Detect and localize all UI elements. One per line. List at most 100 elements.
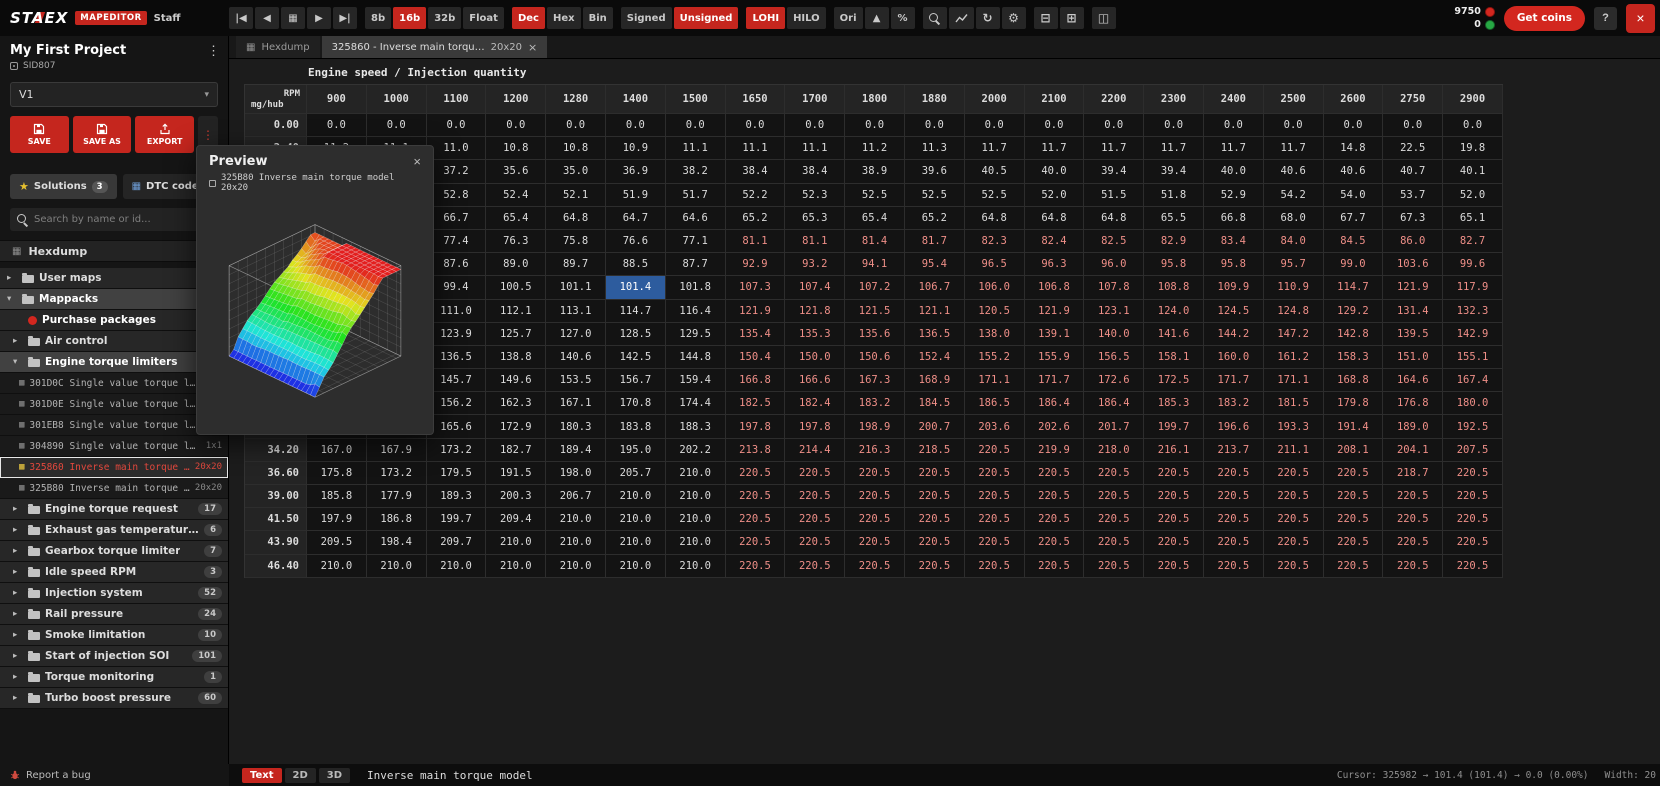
cell[interactable]: 65.4 [486,206,547,230]
cell[interactable]: 52.5 [845,183,905,207]
cell[interactable]: 101.4 [605,276,666,300]
row-header[interactable]: 34.20 [245,438,307,462]
cell[interactable]: 77.1 [665,229,726,254]
cell[interactable]: 210.0 [605,485,666,509]
cell[interactable]: 65.2 [725,206,786,230]
cell[interactable]: 53.7 [1383,183,1444,207]
cell[interactable]: 101.8 [665,276,726,300]
cell[interactable]: 65.5 [1144,206,1204,230]
cell[interactable]: 94.1 [845,253,905,277]
value-mode-ori-button[interactable]: Ori [833,7,863,29]
tree-item-gearbox-torque-limiter[interactable]: ▸ Gearbox torque limiter 7 [0,541,228,562]
cell[interactable]: 197.8 [785,415,846,439]
chevron-right-icon[interactable]: ▸ [13,336,23,346]
cell[interactable]: 220.5 [725,554,786,578]
cell[interactable]: 124.0 [1144,299,1204,323]
cell[interactable]: 35.0 [546,160,606,184]
cell[interactable]: 65.1 [1443,206,1503,230]
percent-mode-button[interactable]: % [890,7,915,29]
cell[interactable]: 40.0 [1203,160,1264,184]
chevron-right-icon[interactable]: ▸ [13,672,23,682]
cell[interactable]: 191.5 [486,461,547,485]
cell[interactable]: 192.5 [1443,415,1503,439]
cell[interactable]: 121.5 [845,299,905,323]
cell[interactable]: 121.9 [1383,276,1444,300]
cell[interactable]: 0.0 [605,114,666,138]
cell[interactable]: 10.8 [486,137,547,161]
col-header[interactable]: 1000 [366,85,427,114]
cell[interactable]: 67.7 [1323,206,1384,230]
col-header[interactable]: 2900 [1443,85,1503,114]
cell[interactable]: 214.4 [785,438,846,462]
cell[interactable]: 147.2 [1263,322,1324,346]
cell[interactable]: 220.5 [1443,531,1503,555]
chevron-right-icon[interactable]: ▸ [13,525,23,535]
cell[interactable]: 156.7 [605,369,666,393]
cell[interactable]: 210.0 [665,461,726,485]
chevron-right-icon[interactable]: ▸ [7,273,17,283]
cell[interactable]: 88.5 [605,253,666,277]
cell[interactable]: 0.0 [665,114,726,138]
tree-item-engine-torque-request[interactable]: ▸ Engine torque request 17 [0,499,228,520]
cell[interactable]: 111.0 [426,299,487,323]
nav-grid-button[interactable]: ▦ [281,7,305,29]
cell[interactable]: 220.5 [1024,461,1085,485]
cell[interactable]: 164.6 [1383,369,1444,393]
cell[interactable]: 124.5 [1203,299,1264,323]
cell[interactable]: 52.3 [785,183,846,207]
cell[interactable]: 11.7 [1144,137,1204,161]
cell[interactable]: 52.0 [1443,183,1503,207]
cell[interactable]: 0.0 [845,114,905,138]
cell[interactable]: 210.0 [546,508,606,532]
cell[interactable]: 220.5 [904,531,965,555]
cell[interactable]: 220.5 [1144,508,1204,532]
tree-item-exhaust-gas-temperature-egt[interactable]: ▸ Exhaust gas temperature EGT 6 [0,520,228,541]
cell[interactable]: 220.5 [1323,531,1384,555]
cell[interactable]: 136.5 [426,345,487,370]
cell[interactable]: 198.9 [845,415,905,439]
cell[interactable]: 176.8 [1383,392,1444,416]
cell[interactable]: 177.9 [366,485,427,509]
cell[interactable]: 213.7 [1203,438,1264,462]
col-header[interactable]: 1500 [665,85,726,114]
cell[interactable]: 151.0 [1383,345,1444,370]
cell[interactable]: 220.5 [785,485,846,509]
cell[interactable]: 183.8 [605,415,666,439]
chart-preview-button[interactable] [948,7,974,29]
cell[interactable]: 64.8 [1084,206,1145,230]
tree-item-rail-pressure[interactable]: ▸ Rail pressure 24 [0,604,228,625]
row-header[interactable]: 41.50 [245,508,307,532]
cell[interactable]: 132.3 [1443,299,1503,323]
row-header[interactable]: 39.00 [245,485,307,509]
nav-prev-button[interactable]: ◀ [255,7,279,29]
cell[interactable]: 218.5 [904,438,965,462]
cell[interactable]: 220.5 [1024,508,1085,532]
cell[interactable]: 210.0 [605,508,666,532]
cell[interactable]: 220.5 [1443,485,1503,509]
cell[interactable]: 145.7 [426,369,487,393]
bit-width-32b-button[interactable]: 32b [428,7,462,29]
cell[interactable]: 210.0 [546,531,606,555]
cell[interactable]: 186.4 [1084,392,1145,416]
row-header[interactable]: 36.60 [245,461,307,485]
cell[interactable]: 220.5 [785,531,846,555]
cell[interactable]: 220.5 [845,461,905,485]
cell[interactable]: 220.5 [1084,508,1145,532]
cell[interactable]: 37.2 [426,160,487,184]
cell[interactable]: 125.7 [486,322,547,346]
cell[interactable]: 158.3 [1323,345,1384,370]
cell[interactable]: 0.0 [1024,114,1085,138]
cell[interactable]: 144.8 [665,345,726,370]
cell[interactable]: 136.5 [904,322,965,346]
cell[interactable]: 10.8 [546,137,606,161]
help-button[interactable]: ? [1594,6,1617,30]
bit-width-8b-button[interactable]: 8b [365,7,392,29]
cell[interactable]: 135.4 [725,322,786,346]
cell[interactable]: 39.6 [904,160,965,184]
chevron-right-icon[interactable]: ▸ [13,630,23,640]
cell[interactable]: 180.0 [1443,392,1503,416]
rows-add-button[interactable]: ⊞ [1059,7,1084,29]
cell[interactable]: 220.5 [1203,554,1264,578]
cell[interactable]: 95.8 [1203,253,1264,277]
cell[interactable]: 198.0 [546,461,606,485]
